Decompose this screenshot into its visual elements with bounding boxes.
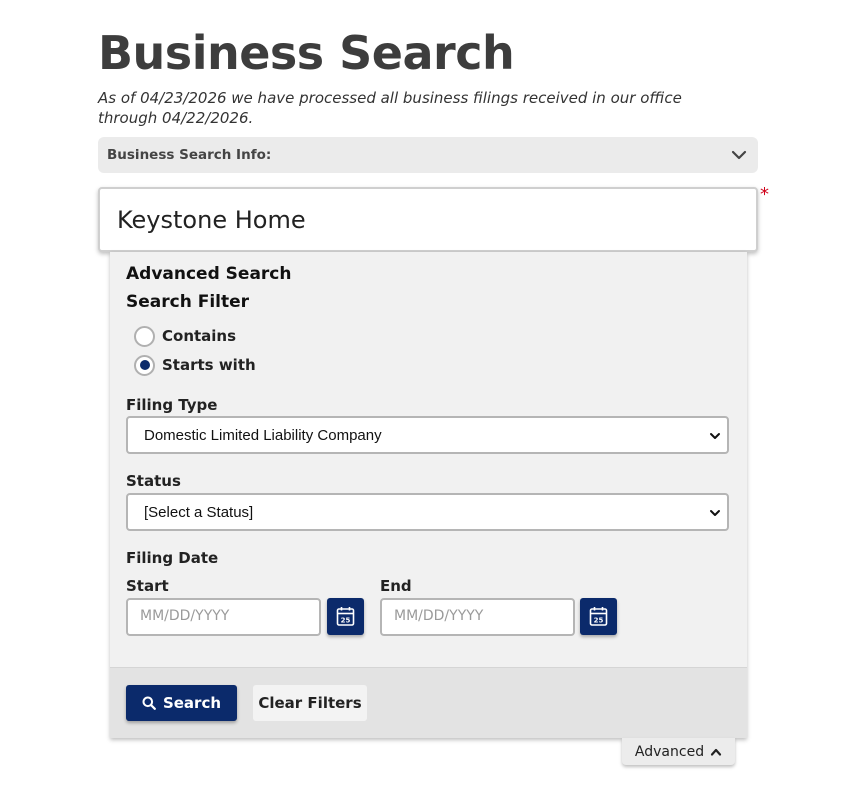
filter-option-contains[interactable]: Contains — [134, 325, 236, 347]
required-marker: * — [760, 184, 769, 205]
svg-text:25: 25 — [341, 617, 351, 625]
search-button-label: Search — [162, 694, 222, 712]
filing-type-value: Domestic Limited Liability Company — [144, 427, 382, 444]
info-bar-label: Business Search Info: — [107, 147, 272, 163]
status-select[interactable]: [Select a Status] — [126, 493, 729, 531]
chevron-down-icon — [710, 510, 720, 516]
search-button[interactable]: Search — [126, 685, 237, 721]
contains-radio[interactable] — [134, 325, 155, 347]
chevron-down-icon — [710, 433, 720, 439]
filing-type-select[interactable]: Domestic Limited Liability Company — [126, 416, 729, 454]
processing-notice: As of 04/23/2026 we have processed all b… — [98, 89, 682, 127]
start-date-field[interactable] — [126, 598, 321, 636]
page-title: Business Search — [98, 26, 515, 80]
advanced-toggle-button[interactable]: Advanced — [622, 738, 735, 765]
starts-with-radio[interactable] — [134, 354, 155, 376]
end-date-label: End — [380, 577, 412, 595]
filter-option-starts-with[interactable]: Starts with — [134, 354, 256, 376]
chevron-up-icon — [710, 748, 722, 756]
chevron-down-icon — [731, 150, 747, 160]
advanced-search-heading: Advanced Search — [126, 264, 292, 284]
filing-date-label: Filing Date — [126, 549, 219, 567]
advanced-search-footer: Search Clear Filters — [110, 667, 747, 738]
start-date-calendar-button[interactable]: 25 — [327, 598, 364, 635]
calendar-icon: 25 — [589, 607, 608, 626]
status-label: Status — [126, 472, 181, 490]
starts-with-label: Starts with — [162, 356, 256, 374]
end-date-field[interactable] — [380, 598, 575, 636]
start-date-label: Start — [126, 577, 169, 595]
clear-filters-button[interactable]: Clear Filters — [253, 685, 367, 721]
calendar-icon: 25 — [336, 607, 355, 626]
end-date-input[interactable] — [394, 608, 564, 624]
business-search-info-toggle[interactable]: Business Search Info: — [98, 137, 758, 173]
search-input[interactable] — [117, 203, 717, 237]
start-date-input[interactable] — [140, 608, 310, 624]
search-icon — [142, 696, 156, 710]
search-filter-heading: Search Filter — [126, 292, 250, 312]
clear-filters-label: Clear Filters — [258, 694, 362, 712]
filing-type-label: Filing Type — [126, 396, 218, 414]
advanced-search-panel: Advanced Search Search Filter Contains S… — [110, 252, 747, 738]
business-name-search-field[interactable] — [98, 187, 758, 252]
end-date-calendar-button[interactable]: 25 — [580, 598, 617, 635]
contains-label: Contains — [162, 327, 237, 345]
svg-text:25: 25 — [594, 617, 604, 625]
status-value: [Select a Status] — [144, 504, 254, 521]
advanced-toggle-label: Advanced — [634, 743, 705, 760]
